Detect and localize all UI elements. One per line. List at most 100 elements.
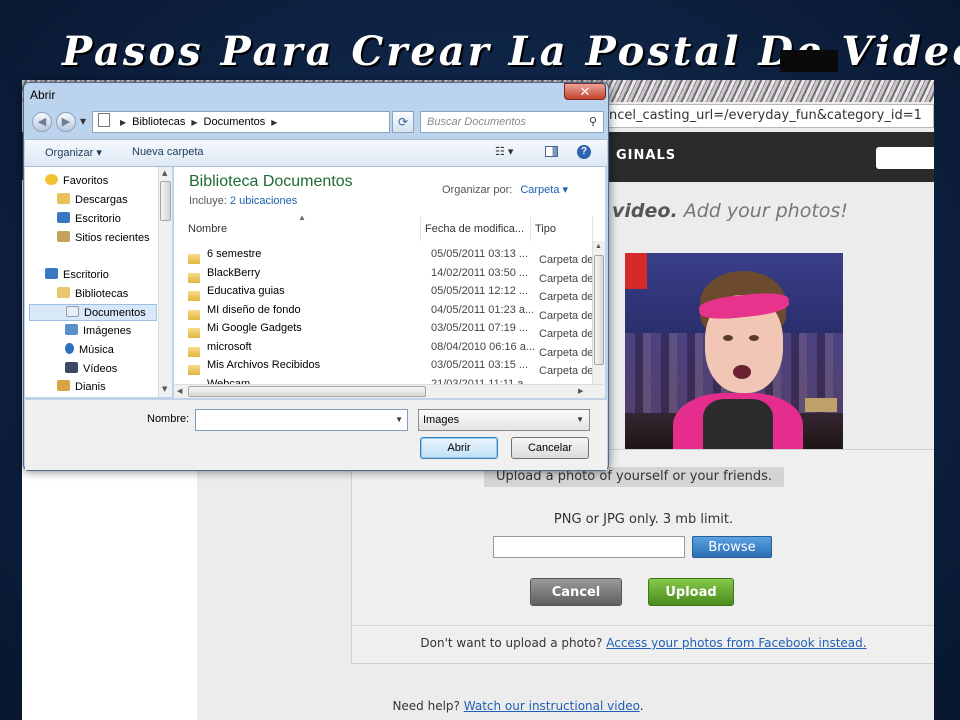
includes-locations-link[interactable]: 2 ubicaciones — [230, 195, 297, 207]
cancel-button[interactable]: Cancel — [530, 578, 622, 606]
recent-locations-dropdown[interactable]: ▼ — [80, 117, 86, 126]
chevron-down-icon[interactable]: ▼ — [576, 410, 584, 430]
file-date: 05/05/2011 12:12 ... — [431, 285, 529, 297]
file-date: 04/05/2011 01:23 a... — [431, 304, 535, 316]
nav-desktop[interactable]: Escritorio — [45, 267, 109, 284]
nav-libraries[interactable]: Bibliotecas — [57, 286, 128, 303]
scroll-right-icon[interactable]: ▶ — [578, 387, 583, 395]
nav-recent-label: Sitios recientes — [75, 232, 150, 244]
table-row[interactable]: Educativa guias 05/05/2011 12:12 ... Carpe… — [188, 282, 598, 303]
library-title: Biblioteca Documentos — [189, 173, 353, 190]
folder-icon — [188, 365, 200, 375]
file-name: microsoft — [207, 341, 252, 353]
search-icon[interactable]: ⚲ — [589, 112, 597, 132]
column-header-date[interactable]: Fecha de modifica... — [421, 217, 531, 241]
nav-desktop-favorite[interactable]: Escritorio — [57, 211, 121, 228]
panel-divider — [352, 625, 934, 626]
filename-input[interactable]: ▼ — [195, 409, 408, 431]
view-options-icon[interactable]: ☷ ▾ — [495, 145, 513, 158]
back-icon[interactable]: ◀ — [32, 112, 52, 132]
browse-button[interactable]: Browse — [692, 536, 772, 558]
nav-videos-label: Vídeos — [83, 363, 118, 375]
table-row[interactable]: Mi Google Gadgets 03/05/2011 07:19 ... Car… — [188, 319, 598, 340]
nav-videos[interactable]: Vídeos — [65, 361, 117, 378]
forward-icon[interactable]: ▶ — [56, 112, 76, 132]
search-input[interactable]: Buscar Documentos ⚲ — [420, 111, 604, 133]
includes-label: Incluye: — [189, 195, 227, 207]
photo-red-flag — [625, 253, 647, 289]
file-date: 03/05/2011 03:15 ... — [431, 359, 529, 371]
site-search-input[interactable] — [876, 147, 934, 169]
breadcrumb-libraries[interactable]: Bibliotecas — [132, 116, 185, 128]
upload-button[interactable]: Upload — [648, 578, 734, 606]
nav-music[interactable]: Música — [65, 342, 114, 359]
horizontal-scrollbar[interactable]: ◀ ▶ — [174, 384, 604, 398]
navigation-pane: Favoritos Descargas Escritorio Sitios re… — [25, 167, 172, 397]
horizontal-scroll-thumb[interactable] — [188, 386, 426, 397]
downloads-folder-icon — [57, 193, 70, 204]
folder-icon — [188, 328, 200, 338]
nav-user[interactable]: Dianis — [57, 379, 106, 396]
scroll-up-icon[interactable]: ▲ — [162, 169, 167, 177]
file-name: Mi Google Gadgets — [207, 322, 302, 334]
desktop-icon — [57, 212, 70, 223]
chevron-down-icon[interactable]: ▼ — [395, 415, 403, 424]
nav-downloads[interactable]: Descargas — [57, 192, 128, 209]
nav-documents[interactable]: Documentos — [29, 304, 157, 321]
nav-label-originals[interactable]: GINALS — [616, 148, 676, 163]
scroll-left-icon[interactable]: ◀ — [177, 387, 182, 395]
address-bar[interactable]: ncel_casting_url=/everyday_fun&category_… — [602, 104, 934, 128]
file-list-scrollbar[interactable]: ▲ ▼ — [592, 241, 605, 397]
file-name: BlackBerry — [207, 267, 261, 279]
star-icon — [45, 174, 58, 185]
videos-icon — [65, 362, 78, 373]
folder-icon — [188, 291, 200, 301]
scroll-down-icon[interactable]: ▼ — [162, 385, 167, 393]
table-row[interactable]: MI diseño de fondo 04/05/2011 01:23 a... C… — [188, 301, 598, 322]
filename-label: Nombre: — [147, 413, 190, 425]
file-date: 03/05/2011 07:19 ... — [431, 322, 529, 334]
open-button[interactable]: Abrir — [420, 437, 498, 459]
table-row[interactable]: 6 semestre 05/05/2011 03:13 ... Carpeta de — [188, 245, 598, 266]
new-folder-button[interactable]: Nueva carpeta — [132, 146, 204, 158]
column-header-name[interactable]: Nombre — [184, 217, 421, 241]
table-row[interactable]: microsoft 08/04/2010 06:16 a... Carpeta de — [188, 338, 598, 359]
file-date: 05/05/2011 03:13 ... — [431, 248, 529, 260]
dialog-cancel-button[interactable]: Cancelar — [511, 437, 589, 459]
table-row[interactable]: BlackBerry 14/02/2011 03:50 ... Carpeta de — [188, 264, 598, 285]
help-icon[interactable]: ? — [577, 145, 591, 159]
nav-favorites[interactable]: Favoritos — [45, 173, 108, 190]
nav-libraries-label: Bibliotecas — [75, 288, 129, 300]
facebook-text: Don't want to upload a photo? — [420, 636, 603, 650]
facebook-link[interactable]: Access your photos from Facebook instead… — [606, 636, 866, 650]
nav-scrollbar[interactable]: ▲ ▼ — [158, 167, 172, 397]
breadcrumb-separator: ▶ — [191, 118, 198, 127]
file-type-select[interactable]: Images ▼ — [418, 409, 590, 431]
help-video-link[interactable]: Watch our instructional video — [464, 699, 640, 713]
file-name: Mis Archivos Recibidos — [207, 359, 321, 371]
dialog-toolbar: Organizar ▾ Nueva carpeta ☷ ▾ ? — [25, 139, 607, 167]
breadcrumb-documents[interactable]: Documentos — [204, 116, 266, 128]
column-header-type[interactable]: Tipo — [531, 217, 593, 241]
file-name: MI diseño de fondo — [207, 304, 301, 316]
close-icon[interactable]: ✕ — [564, 83, 606, 100]
arrange-by-dropdown[interactable]: Carpeta ▾ — [520, 184, 568, 196]
nav-images-label: Imágenes — [83, 325, 132, 337]
preview-pane-icon[interactable] — [545, 146, 558, 157]
arrange-by: Organizar por: Carpeta ▾ — [442, 183, 568, 196]
nav-images[interactable]: Imágenes — [65, 323, 131, 340]
headline-rest: Add your photos! — [677, 200, 848, 222]
help-text: Need help? — [392, 699, 460, 713]
table-row[interactable]: Mis Archivos Recibidos 03/05/2011 03:15 .… — [188, 356, 598, 377]
refresh-icon[interactable]: ⟳ — [392, 111, 414, 133]
music-icon — [65, 343, 74, 354]
file-list-scroll-thumb[interactable] — [594, 255, 604, 365]
nav-recent-places[interactable]: Sitios recientes — [57, 230, 150, 247]
nav-scroll-thumb[interactable] — [160, 181, 171, 221]
user-folder-icon — [57, 380, 70, 391]
organize-menu[interactable]: Organizar ▾ — [45, 146, 102, 159]
file-path-input[interactable] — [493, 536, 685, 558]
breadcrumb[interactable]: ▶Bibliotecas▶Documentos▶ ▼ — [92, 111, 390, 133]
nav-documents-label: Documentos — [84, 307, 146, 319]
scroll-up-icon[interactable]: ▲ — [595, 243, 602, 250]
